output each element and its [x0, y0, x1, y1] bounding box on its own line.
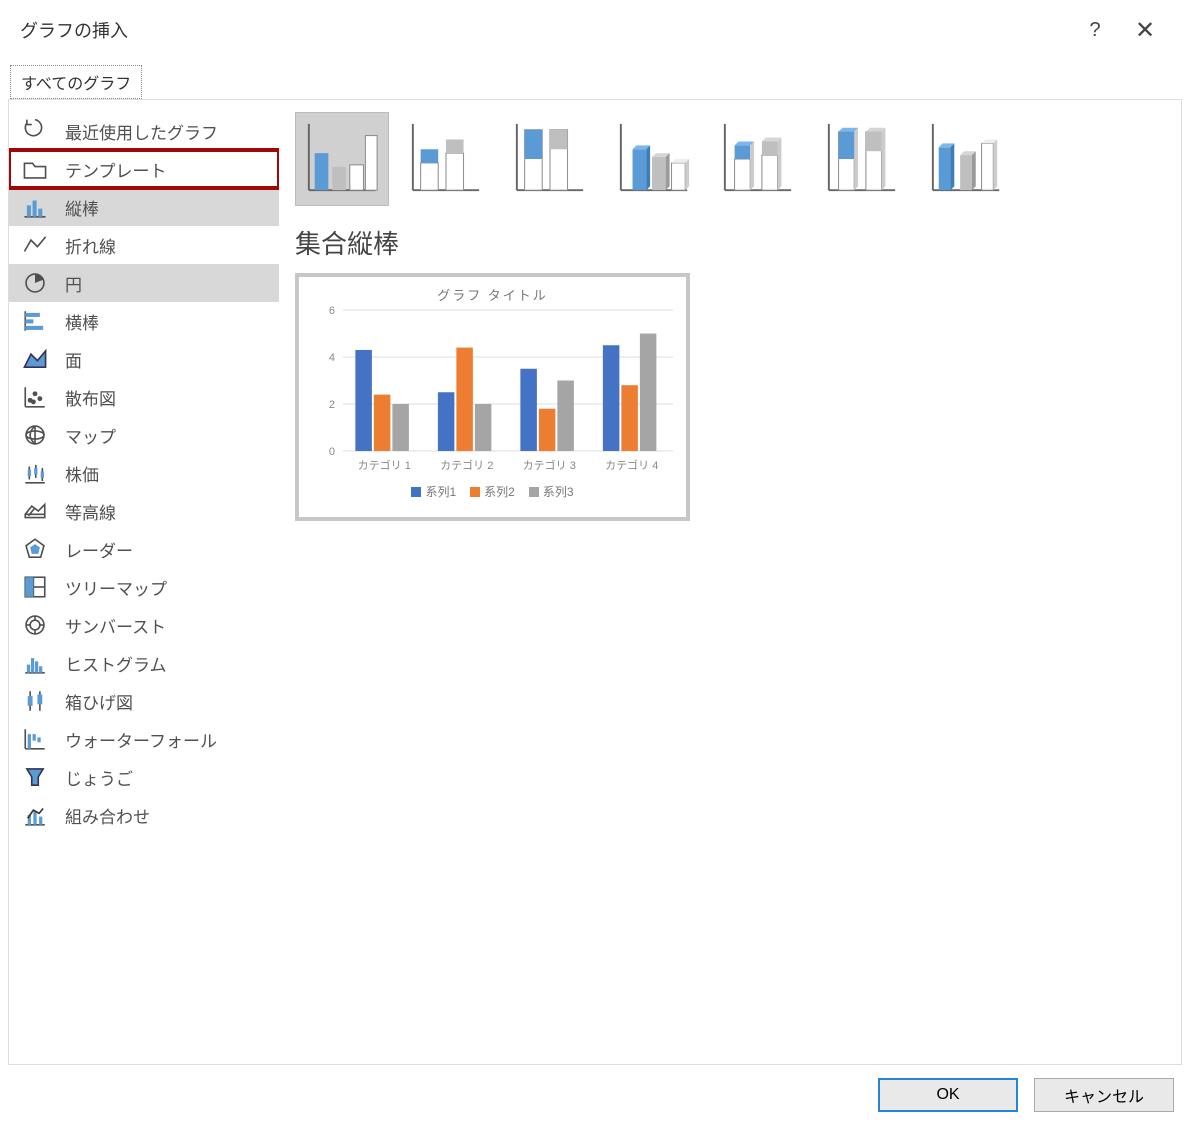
chart-type-sidebar: 最近使用したグラフテンプレート縦棒折れ線円横棒面散布図マップ株価等高線レーダーツ… — [9, 100, 279, 1064]
preview-heading: 集合縦棒 — [295, 224, 1165, 261]
svg-text:カテゴリ 2: カテゴリ 2 — [440, 458, 493, 472]
svg-text:4: 4 — [329, 352, 335, 364]
svg-text:カテゴリ 1: カテゴリ 1 — [358, 458, 411, 472]
sidebar-item-label: サンバースト — [65, 613, 166, 638]
ok-button[interactable]: OK — [878, 1078, 1018, 1112]
scatter-icon — [19, 383, 51, 411]
sidebar-item-label: 面 — [65, 347, 82, 372]
histogram-icon — [19, 649, 51, 677]
subtype-3d-100-stacked-column[interactable] — [815, 112, 909, 206]
sidebar-item-waterfall[interactable]: ウォーターフォール — [9, 720, 279, 758]
recent-icon — [19, 117, 51, 145]
line-icon — [19, 231, 51, 259]
sidebar-item-label: 組み合わせ — [65, 803, 150, 828]
sidebar-item-label: 折れ線 — [65, 233, 116, 258]
sidebar-item-combo[interactable]: 組み合わせ — [9, 796, 279, 834]
sidebar-item-label: レーダー — [65, 537, 133, 562]
legend-item: 系列2 — [470, 483, 515, 500]
combo-icon — [19, 801, 51, 829]
subtype-3d-clustered-column[interactable] — [607, 112, 701, 206]
sidebar-item-radar[interactable]: レーダー — [9, 530, 279, 568]
main-area: 最近使用したグラフテンプレート縦棒折れ線円横棒面散布図マップ株価等高線レーダーツ… — [8, 99, 1182, 1065]
titlebar: グラフの挿入 ? ✕ — [0, 0, 1190, 60]
dialog-title: グラフの挿入 — [20, 17, 128, 43]
stock-icon — [19, 459, 51, 487]
sidebar-item-label: 縦棒 — [65, 195, 99, 220]
sidebar-item-recent[interactable]: 最近使用したグラフ — [9, 112, 279, 150]
sidebar-item-bar[interactable]: 横棒 — [9, 302, 279, 340]
folder-icon — [19, 155, 51, 183]
help-button[interactable]: ? — [1070, 19, 1120, 42]
sidebar-item-area[interactable]: 面 — [9, 340, 279, 378]
sidebar-item-label: ツリーマップ — [65, 575, 167, 600]
sidebar-item-line[interactable]: 折れ線 — [9, 226, 279, 264]
funnel-icon — [19, 763, 51, 791]
cancel-button[interactable]: キャンセル — [1034, 1078, 1174, 1112]
area-icon — [19, 345, 51, 373]
legend-item: 系列3 — [529, 483, 574, 500]
subtype-3d-stacked-column[interactable] — [711, 112, 805, 206]
sidebar-item-scatter[interactable]: 散布図 — [9, 378, 279, 416]
chart-preview-svg: 0 2 4 6 カテゴリ 1 カテゴリ 2 カテゴリ 3 カテゴリ 4 — [309, 304, 679, 479]
svg-text:カテゴリ 4: カテゴリ 4 — [605, 458, 658, 472]
sidebar-item-funnel[interactable]: じょうご — [9, 758, 279, 796]
svg-text:6: 6 — [329, 305, 335, 317]
chart-preview[interactable]: グラフ タイトル 0 2 4 6 カテゴリ 1 カテゴリ 2 カテゴリ 3 カテゴリ 4 系列… — [295, 273, 690, 521]
sidebar-item-label: 箱ひげ図 — [65, 689, 133, 714]
waterfall-icon — [19, 725, 51, 753]
sidebar-item-boxwhisker[interactable]: 箱ひげ図 — [9, 682, 279, 720]
tabs-row: すべてのグラフ — [0, 60, 1190, 99]
sidebar-item-label: 横棒 — [65, 309, 99, 334]
sidebar-item-label: ヒストグラム — [65, 651, 167, 676]
sidebar-item-label: 散布図 — [65, 385, 116, 410]
subtype-clustered-column[interactable] — [295, 112, 389, 206]
sidebar-item-label: 等高線 — [65, 499, 116, 524]
subtype-3d-column[interactable] — [919, 112, 1013, 206]
chart-preview-legend: 系列1 系列2 系列3 — [309, 483, 676, 500]
treemap-icon — [19, 573, 51, 601]
column-icon — [19, 193, 51, 221]
svg-text:2: 2 — [329, 399, 335, 411]
svg-text:カテゴリ 3: カテゴリ 3 — [523, 458, 576, 472]
sidebar-item-label: ウォーターフォール — [65, 727, 217, 752]
map-icon — [19, 421, 51, 449]
sidebar-item-stock[interactable]: 株価 — [9, 454, 279, 492]
insert-chart-dialog: グラフの挿入 ? ✕ すべてのグラフ 最近使用したグラフテンプレート縦棒折れ線円… — [0, 0, 1190, 1125]
bar-icon — [19, 307, 51, 335]
sidebar-item-templates[interactable]: テンプレート — [9, 150, 279, 188]
sidebar-item-column[interactable]: 縦棒 — [9, 188, 279, 226]
sidebar-item-label: じょうご — [65, 765, 133, 790]
sidebar-item-label: テンプレート — [65, 157, 167, 182]
dialog-footer: OK キャンセル — [0, 1065, 1190, 1125]
sidebar-item-pie[interactable]: 円 — [9, 264, 279, 302]
sidebar-item-label: 円 — [65, 271, 82, 296]
sidebar-item-label: 株価 — [65, 461, 99, 486]
pie-icon — [19, 269, 51, 297]
legend-item: 系列1 — [411, 483, 456, 500]
chart-preview-title: グラフ タイトル — [309, 285, 676, 304]
tab-all-charts[interactable]: すべてのグラフ — [10, 65, 142, 99]
subtype-stacked-column[interactable] — [399, 112, 493, 206]
chart-subtype-row — [295, 112, 1165, 206]
sidebar-item-surface[interactable]: 等高線 — [9, 492, 279, 530]
surface-icon — [19, 497, 51, 525]
sidebar-item-treemap[interactable]: ツリーマップ — [9, 568, 279, 606]
sidebar-item-label: 最近使用したグラフ — [65, 119, 218, 144]
content-panel: 集合縦棒 グラフ タイトル 0 2 4 6 カテゴリ 1 カテゴリ 2 カテゴリ 3 カテゴリ… — [279, 100, 1181, 1064]
box-icon — [19, 687, 51, 715]
close-button[interactable]: ✕ — [1120, 16, 1170, 45]
sidebar-item-sunburst[interactable]: サンバースト — [9, 606, 279, 644]
sidebar-item-histogram[interactable]: ヒストグラム — [9, 644, 279, 682]
sidebar-item-label: マップ — [65, 423, 116, 448]
sidebar-item-map[interactable]: マップ — [9, 416, 279, 454]
radar-icon — [19, 535, 51, 563]
subtype-100-stacked-column[interactable] — [503, 112, 597, 206]
svg-text:0: 0 — [329, 446, 335, 458]
sunburst-icon — [19, 611, 51, 639]
